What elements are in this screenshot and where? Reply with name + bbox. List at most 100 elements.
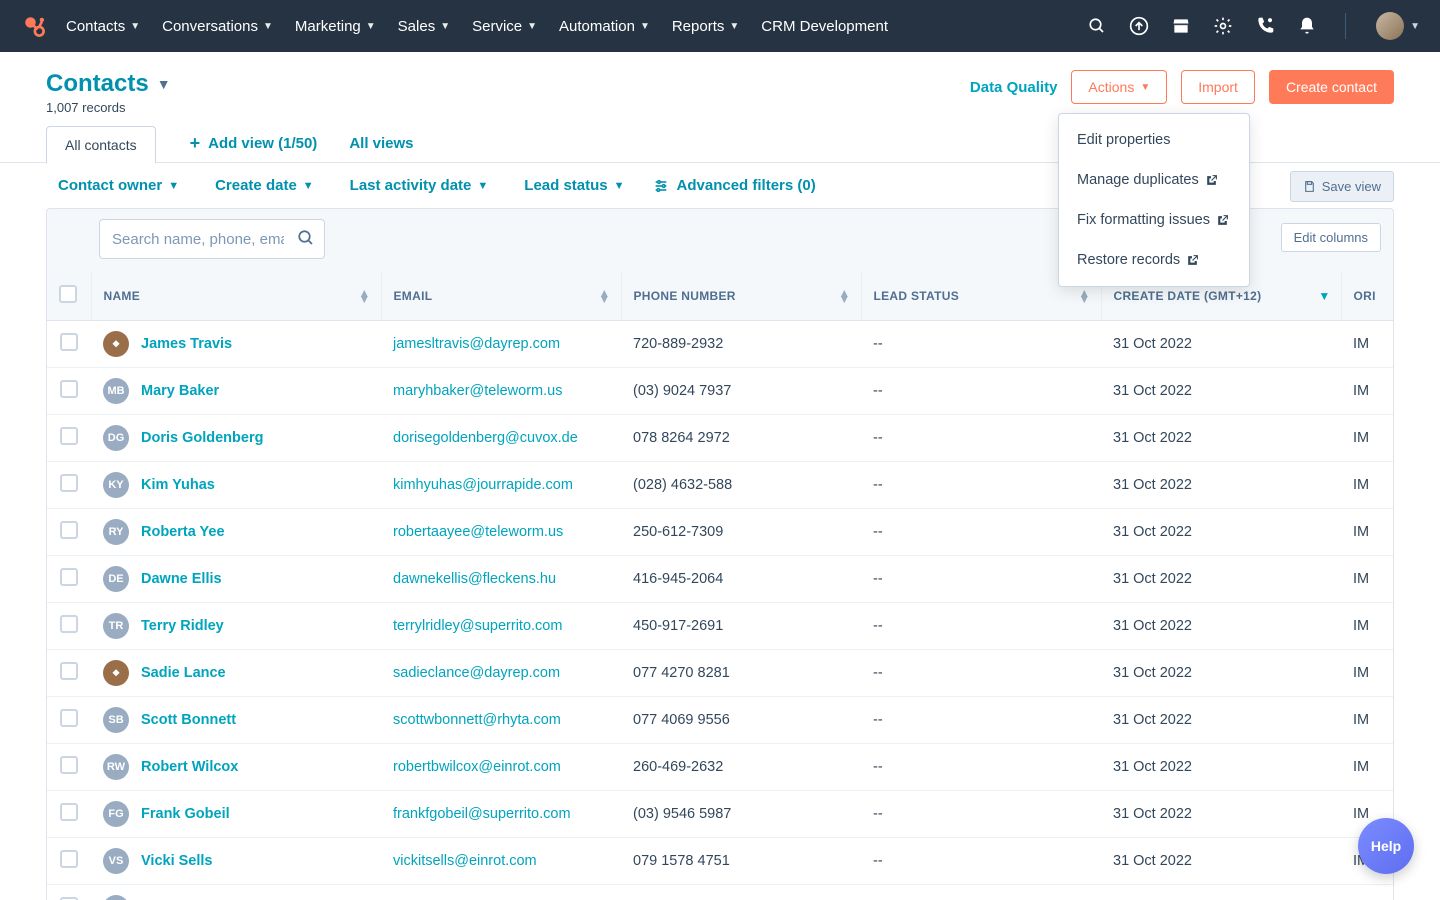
notifications-bell-icon[interactable] [1297,16,1317,36]
contact-name-link[interactable]: Robert Wilcox [141,759,238,775]
contact-email-link[interactable]: terrylridley@superrito.com [393,618,562,634]
add-view-button[interactable]: + Add view (1/50) [174,125,334,162]
search-input[interactable] [99,219,325,259]
data-quality-link[interactable]: Data Quality [970,79,1058,96]
contact-name-link[interactable]: Dawne Ellis [141,571,222,587]
nav-item-marketing[interactable]: Marketing▼ [295,18,376,35]
contact-email-link[interactable]: sadieclance@dayrep.com [393,665,560,681]
settings-gear-icon[interactable] [1213,16,1233,36]
contact-origin: IM [1341,603,1394,650]
save-view-button[interactable]: Save view [1290,171,1394,202]
contact-email-link[interactable]: robertbwilcox@einrot.com [393,759,561,775]
view-tab-all-contacts[interactable]: All contacts [46,126,156,164]
upgrade-icon[interactable] [1129,16,1149,36]
account-menu[interactable]: ▼ [1374,12,1420,40]
filter-chip[interactable]: Contact owner▼ [58,177,179,194]
contact-email-link[interactable]: robertaayee@teleworm.us [393,524,563,540]
nav-item-conversations[interactable]: Conversations▼ [162,18,273,35]
column-header-name[interactable]: NAME▲▼ [91,271,381,321]
column-header-phone[interactable]: PHONE NUMBER▲▼ [621,271,861,321]
column-header-email[interactable]: EMAIL▲▼ [381,271,621,321]
contact-email-link[interactable]: jamesltravis@dayrep.com [393,336,560,352]
contact-name-link[interactable]: Scott Bonnett [141,712,236,728]
contact-phone: 077 4270 8281 [621,650,861,697]
nav-item-sales[interactable]: Sales▼ [398,18,450,35]
search-icon[interactable] [1087,16,1107,36]
nav-item-crm-development[interactable]: CRM Development [761,18,888,35]
row-checkbox[interactable] [60,333,78,351]
row-checkbox[interactable] [60,662,78,680]
table-row[interactable]: TRTerry Ridleyterrylridley@superrito.com… [47,603,1394,650]
filter-chip[interactable]: Create date▼ [215,177,314,194]
contact-name-link[interactable]: Sadie Lance [141,665,226,681]
row-checkbox[interactable] [60,568,78,586]
row-checkbox[interactable] [60,756,78,774]
contact-name-link[interactable]: Frank Gobeil [141,806,230,822]
table-row[interactable]: ❖James Travisjamesltravis@dayrep.com720-… [47,321,1394,368]
contact-email-link[interactable]: kimhyuhas@jourrapide.com [393,477,573,493]
actions-menu-item[interactable]: Restore records [1059,240,1249,280]
object-switcher[interactable]: Contacts ▼ [46,70,171,98]
column-header-origin[interactable]: ORI [1341,271,1394,321]
nav-item-service[interactable]: Service▼ [472,18,537,35]
contact-lead-status: -- [861,697,1101,744]
chevron-down-icon: ▼ [1410,21,1420,32]
hubspot-logo-icon[interactable] [20,12,48,40]
row-checkbox[interactable] [60,850,78,868]
table-row[interactable]: KYKim Yuhaskimhyuhas@jourrapide.com(028)… [47,462,1394,509]
contact-email-link[interactable]: dawnekellis@fleckens.hu [393,571,556,587]
contact-name-link[interactable]: James Travis [141,336,232,352]
table-row[interactable]: RWRobert Wilcoxrobertbwilcox@einrot.com2… [47,744,1394,791]
calling-icon[interactable] [1255,16,1275,36]
table-row[interactable]: RSRaymond Sylvesterraymondbsylvester@cuv… [47,885,1394,900]
create-contact-button[interactable]: Create contact [1269,70,1394,104]
actions-menu-item[interactable]: Manage duplicates [1059,160,1249,200]
table-row[interactable]: DGDoris Goldenbergdorisegoldenberg@cuvox… [47,415,1394,462]
row-checkbox[interactable] [60,474,78,492]
table-row[interactable]: ❖Sadie Lancesadieclance@dayrep.com077 42… [47,650,1394,697]
table-row[interactable]: SBScott Bonnettscottwbonnett@rhyta.com07… [47,697,1394,744]
filter-chip[interactable]: Lead status▼ [524,177,624,194]
contact-name-link[interactable]: Kim Yuhas [141,477,215,493]
nav-item-contacts[interactable]: Contacts▼ [66,18,140,35]
contact-email-link[interactable]: vickitsells@einrot.com [393,853,537,869]
row-checkbox[interactable] [60,615,78,633]
save-icon [1303,180,1316,193]
all-views-link[interactable]: All views [333,125,429,162]
contact-create-date: 31 Oct 2022 [1101,556,1341,603]
marketplace-icon[interactable] [1171,16,1191,36]
contact-name-link[interactable]: Mary Baker [141,383,219,399]
contact-email-link[interactable]: maryhbaker@teleworm.us [393,383,562,399]
table-row[interactable]: FGFrank Gobeilfrankfgobeil@superrito.com… [47,791,1394,838]
contact-name-link[interactable]: Terry Ridley [141,618,224,634]
contact-email-link[interactable]: scottwbonnett@rhyta.com [393,712,561,728]
checkbox[interactable] [59,285,77,303]
table-row[interactable]: DEDawne Ellisdawnekellis@fleckens.hu416-… [47,556,1394,603]
row-checkbox[interactable] [60,709,78,727]
nav-item-reports[interactable]: Reports▼ [672,18,739,35]
contact-email-link[interactable]: dorisegoldenberg@cuvox.de [393,430,578,446]
actions-button[interactable]: Actions ▼ [1071,70,1167,104]
actions-menu-item[interactable]: Fix formatting issues [1059,200,1249,240]
row-checkbox[interactable] [60,521,78,539]
contact-name-link[interactable]: Vicki Sells [141,853,212,869]
contact-name-link[interactable]: Roberta Yee [141,524,225,540]
table-row[interactable]: RYRoberta Yeerobertaayee@teleworm.us250-… [47,509,1394,556]
edit-columns-button[interactable]: Edit columns [1281,223,1381,252]
row-checkbox[interactable] [60,427,78,445]
filter-chip[interactable]: Last activity date▼ [350,177,489,194]
contact-email-link[interactable]: frankfgobeil@superrito.com [393,806,571,822]
actions-menu-item[interactable]: Edit properties [1059,120,1249,160]
select-all-header[interactable] [47,271,91,321]
table-row[interactable]: VSVicki Sellsvickitsells@einrot.com079 1… [47,838,1394,885]
help-button[interactable]: Help [1358,818,1414,874]
import-button[interactable]: Import [1181,70,1255,104]
row-checkbox[interactable] [60,803,78,821]
advanced-filters-button[interactable]: Advanced filters (0) [653,177,816,194]
contact-name-link[interactable]: Doris Goldenberg [141,430,263,446]
chevron-down-icon: ▼ [614,180,625,192]
search-icon[interactable] [297,229,315,247]
table-row[interactable]: MBMary Bakermaryhbaker@teleworm.us(03) 9… [47,368,1394,415]
row-checkbox[interactable] [60,380,78,398]
nav-item-automation[interactable]: Automation▼ [559,18,650,35]
